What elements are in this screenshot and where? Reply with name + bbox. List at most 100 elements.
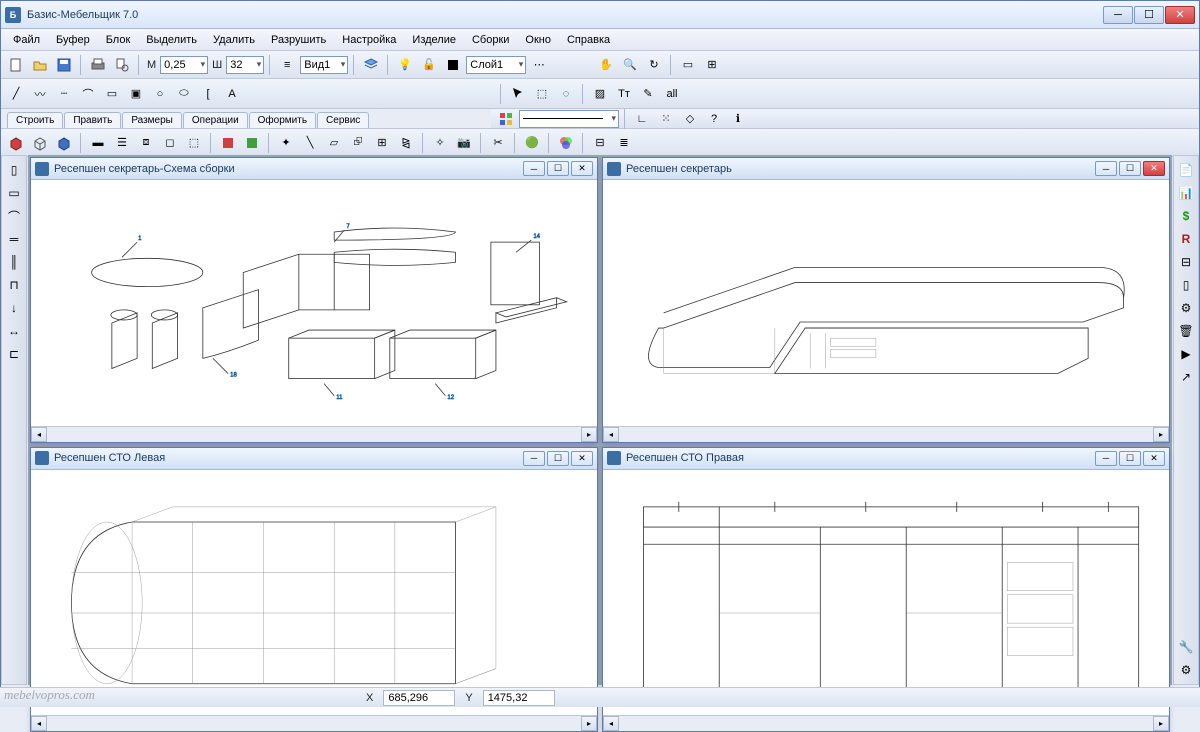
maximize-button[interactable]: ☐ [1134, 6, 1164, 24]
pan-hand-icon[interactable]: ✋ [595, 54, 617, 76]
select-rect-icon[interactable]: ⬚ [531, 83, 553, 105]
horizontal-scrollbar[interactable]: ◂▸ [31, 426, 597, 442]
explode-icon[interactable]: ✧ [429, 132, 451, 154]
open-file-icon[interactable] [29, 54, 51, 76]
arc-tool-icon[interactable]: ⌒ [77, 83, 99, 105]
menu-help[interactable]: Справка [559, 31, 618, 49]
layer-combo[interactable]: Слой1 [466, 56, 526, 74]
width-sh-combo[interactable]: 32 [226, 56, 264, 74]
cut-icon[interactable]: ✂ [487, 132, 509, 154]
copy-3d-icon[interactable]: ⮺ [347, 132, 369, 154]
color-palette-icon[interactable] [495, 108, 517, 130]
cube-single-icon[interactable]: ◻ [159, 132, 181, 154]
tab-service[interactable]: Сервис [317, 112, 369, 128]
new-file-icon[interactable] [5, 54, 27, 76]
horizontal-scrollbar[interactable]: ◂▸ [603, 715, 1169, 731]
doc-close-button[interactable]: ✕ [571, 161, 593, 176]
menu-buffer[interactable]: Буфер [48, 31, 98, 49]
doc-maximize-button[interactable]: ☐ [1119, 161, 1141, 176]
document-titlebar[interactable]: Ресепшен секретарь ─ ☐ ✕ [603, 158, 1169, 180]
document-canvas[interactable] [31, 470, 597, 716]
menu-select[interactable]: Выделить [138, 31, 205, 49]
dock-price-icon[interactable]: $ [1176, 206, 1196, 226]
round-rect-icon[interactable]: ⬭ [173, 83, 195, 105]
horizontal-scrollbar[interactable]: ◂▸ [31, 715, 597, 731]
dash-tool-icon[interactable]: ┄ [53, 83, 75, 105]
doc-minimize-button[interactable]: ─ [523, 451, 545, 466]
document-titlebar[interactable]: Ресепшен СТО Правая ─ ☐ ✕ [603, 448, 1169, 470]
linetype-combo[interactable] [519, 110, 619, 128]
view-combo[interactable]: Вид1 [300, 56, 348, 74]
document-canvas[interactable] [603, 470, 1169, 716]
camera-icon[interactable]: 📷 [453, 132, 475, 154]
tab-edit[interactable]: Править [64, 112, 121, 128]
menu-window[interactable]: Окно [517, 31, 559, 49]
lock-icon[interactable]: 🔓 [418, 54, 440, 76]
edit-pencil-icon[interactable]: ✎ [637, 83, 659, 105]
dock-align-icon[interactable]: ⊏ [4, 344, 24, 364]
array-icon[interactable]: ⊞ [371, 132, 393, 154]
edge-icon[interactable]: ╲ [299, 132, 321, 154]
box-red-icon[interactable] [5, 132, 27, 154]
menu-assemblies[interactable]: Сборки [464, 31, 517, 49]
window-tile-icon[interactable]: ⊞ [701, 54, 723, 76]
boundary-tool-icon[interactable]: ▣ [125, 83, 147, 105]
doc-maximize-button[interactable]: ☐ [547, 161, 569, 176]
dock-export-icon[interactable]: ↗ [1176, 367, 1196, 387]
refresh-icon[interactable]: ↻ [643, 54, 665, 76]
menu-product[interactable]: Изделие [404, 31, 464, 49]
menu-file[interactable]: Файл [5, 31, 48, 49]
tab-dimensions[interactable]: Размеры [122, 112, 182, 128]
close-button[interactable]: ✕ [1165, 6, 1195, 24]
zoom-icon[interactable]: 🔍 [619, 54, 641, 76]
dock-report-icon[interactable]: 📄 [1176, 160, 1196, 180]
grid-dots-icon[interactable]: ⁙ [655, 108, 677, 130]
dock-gear-icon[interactable]: ⚙ [1176, 660, 1196, 680]
dock-flag-icon[interactable]: ▶ [1176, 344, 1196, 364]
color-swatch-icon[interactable] [442, 54, 464, 76]
bracket-icon[interactable]: [ [197, 83, 219, 105]
save-icon[interactable] [53, 54, 75, 76]
dock-hardware-icon[interactable]: ⚙ [1176, 298, 1196, 318]
lightbulb-icon[interactable]: 💡 [394, 54, 416, 76]
document-canvas[interactable] [603, 180, 1169, 426]
dock-drawer-icon[interactable]: ⊟ [1176, 252, 1196, 272]
print-preview-icon[interactable] [111, 54, 133, 76]
select-all-icon[interactable]: all [661, 83, 683, 105]
text-tool-icon[interactable]: A [221, 83, 243, 105]
menu-settings[interactable]: Настройка [334, 31, 404, 49]
document-titlebar[interactable]: Ресепшен СТО Левая ─ ☐ ✕ [31, 448, 597, 470]
dock-delete-icon[interactable]: 🗑 [1176, 321, 1196, 341]
menu-block[interactable]: Блок [98, 31, 139, 49]
box-blue-icon[interactable] [53, 132, 75, 154]
dock-arrow-down-icon[interactable]: ↓ [4, 298, 24, 318]
mirror-icon[interactable]: ⧎ [395, 132, 417, 154]
horizontal-scrollbar[interactable]: ◂▸ [603, 426, 1169, 442]
tab-format[interactable]: Оформить [249, 112, 316, 128]
doc-maximize-button[interactable]: ☐ [1119, 451, 1141, 466]
pointer-icon[interactable] [507, 83, 529, 105]
window-single-icon[interactable]: ▭ [677, 54, 699, 76]
line-tool-icon[interactable]: ╱ [5, 83, 27, 105]
menu-delete[interactable]: Удалить [205, 31, 263, 49]
cube-group-icon[interactable]: ⬚ [183, 132, 205, 154]
green-dot-icon[interactable]: 🟢 [521, 132, 543, 154]
dock-chart-icon[interactable]: 📊 [1176, 183, 1196, 203]
document-canvas[interactable]: 1 18 7 14 11 12 [31, 180, 597, 426]
doc-minimize-button[interactable]: ─ [1095, 451, 1117, 466]
print-icon[interactable] [87, 54, 109, 76]
doc-close-button[interactable]: ✕ [1143, 451, 1165, 466]
scale-m-combo[interactable]: 0,25 [160, 56, 208, 74]
polyline-tool-icon[interactable]: 〰 [29, 83, 51, 105]
select-lasso-icon[interactable]: ◌ [555, 83, 577, 105]
snap-object-icon[interactable]: ◇ [679, 108, 701, 130]
material-green-icon[interactable] [241, 132, 263, 154]
tab-build[interactable]: Строить [7, 112, 63, 128]
doc-close-button[interactable]: ✕ [1143, 161, 1165, 176]
dock-panel-v-icon[interactable]: ▯ [4, 160, 24, 180]
panel-multi-icon[interactable]: ☰ [111, 132, 133, 154]
minimize-button[interactable]: ─ [1103, 6, 1133, 24]
menu-destroy[interactable]: Разрушить [263, 31, 334, 49]
layer-manager-icon[interactable]: ⋯ [528, 54, 550, 76]
rect-tool-icon[interactable]: ▭ [101, 83, 123, 105]
